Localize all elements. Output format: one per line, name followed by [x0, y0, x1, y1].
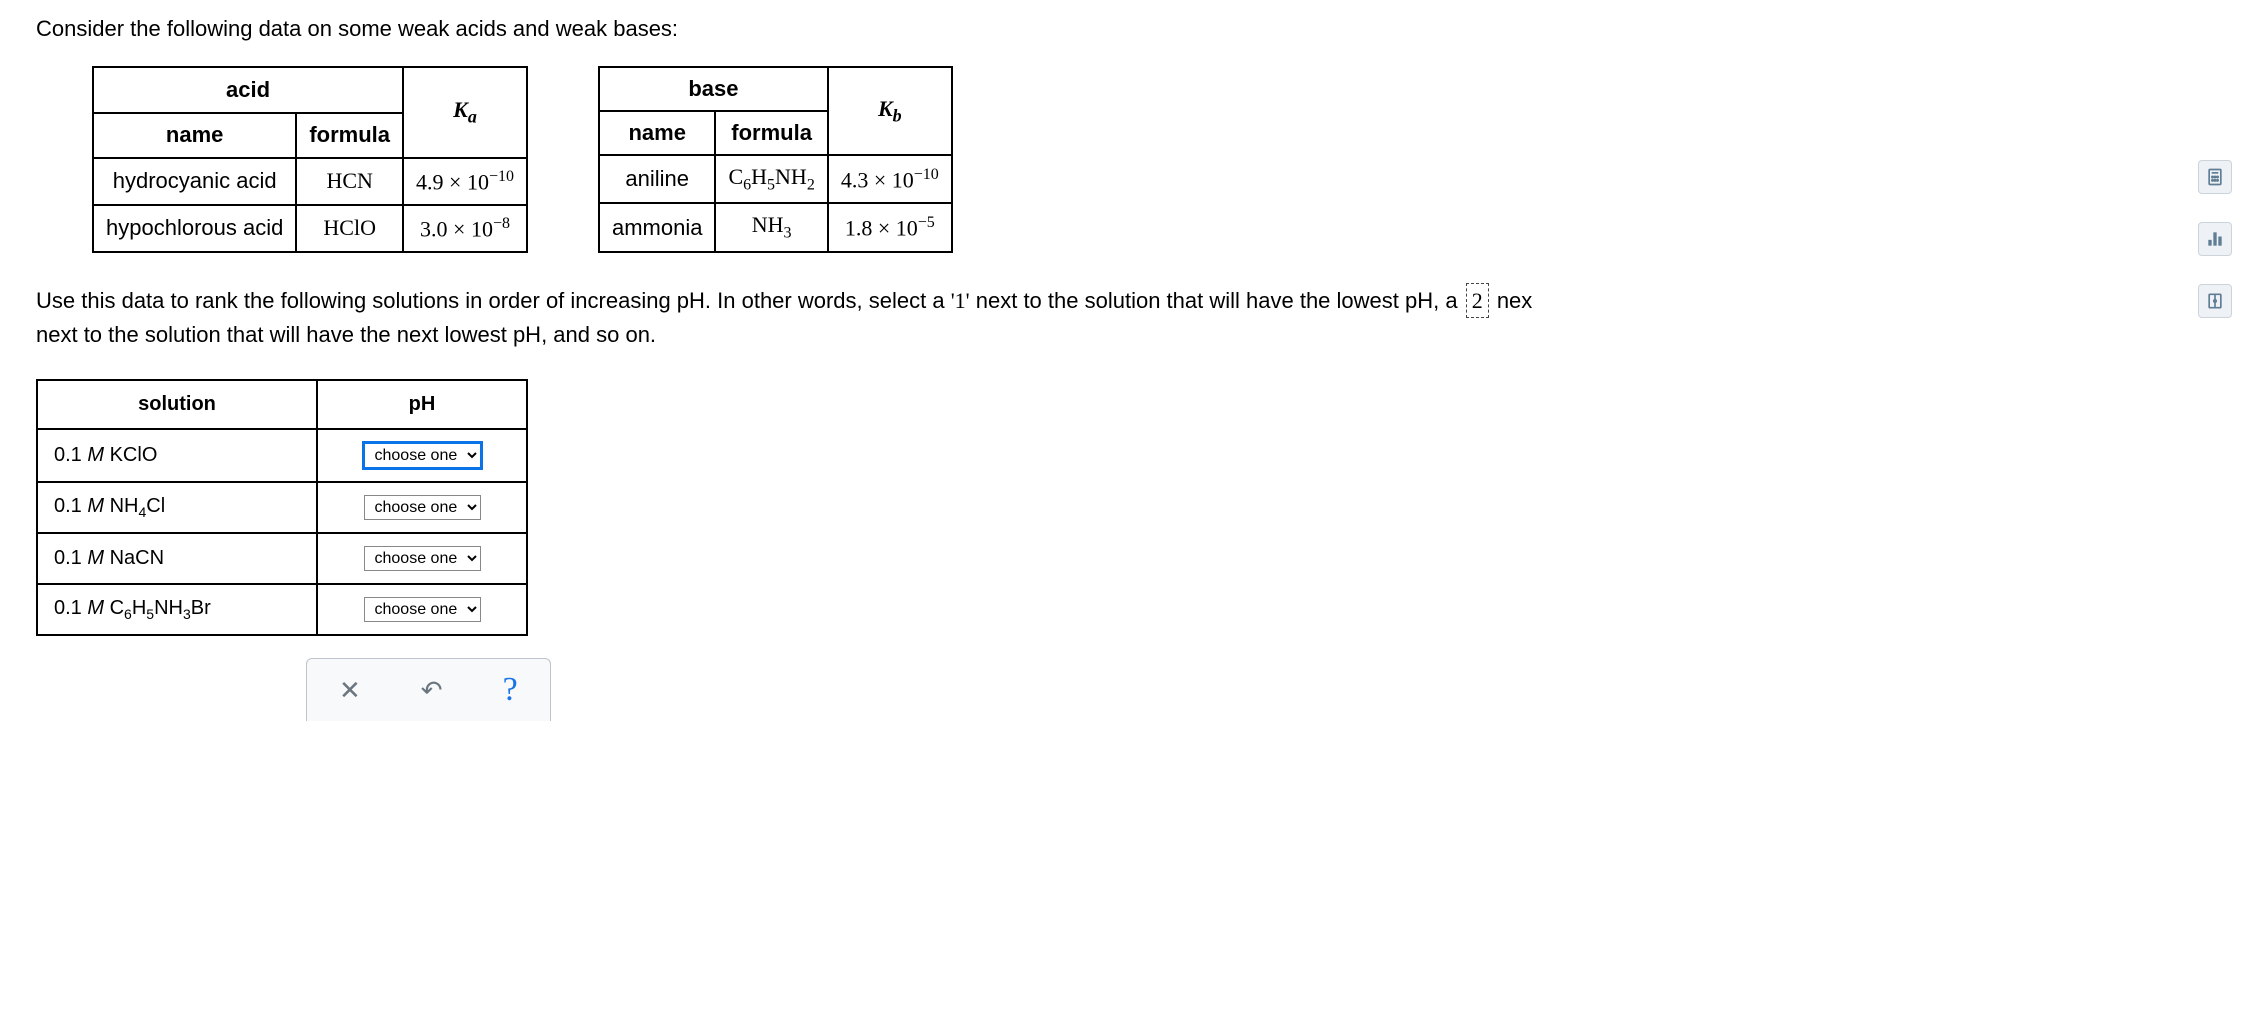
acid-ka: 4.9 × 10−10 [403, 158, 527, 205]
ph-header: pH [317, 380, 527, 429]
base-kb: 4.3 × 10−10 [828, 155, 952, 203]
acid-table: acid Ka name formula hydrocyanic acid HC… [92, 66, 528, 253]
x-icon: ✕ [339, 675, 361, 705]
solution-label: 0.1 M NH4Cl [37, 482, 317, 533]
acid-group-header: acid [93, 67, 403, 113]
acid-name: hypochlorous acid [93, 205, 296, 252]
ph-select-1[interactable]: choose one [364, 495, 481, 520]
clear-button[interactable]: ✕ [331, 673, 369, 707]
help-button[interactable]: ? [495, 669, 526, 711]
table-row: 0.1 M KClO choose one [37, 429, 527, 482]
question-icon: ? [503, 671, 518, 708]
acid-row: hypochlorous acid HClO 3.0 × 10−8 [93, 205, 527, 252]
base-row: ammonia NH3 1.8 × 10−5 [599, 203, 952, 251]
base-name: ammonia [599, 203, 715, 251]
ph-select-0[interactable]: choose one [363, 442, 482, 469]
base-formula: C6H5NH2 [715, 155, 827, 203]
ph-select-3[interactable]: choose one [364, 597, 481, 622]
base-formula: NH3 [715, 203, 827, 251]
acid-name-header: name [93, 113, 296, 159]
calculator-icon [2205, 167, 2225, 187]
base-group-header: base [599, 67, 828, 111]
solution-label: 0.1 M C6H5NH3Br [37, 584, 317, 635]
table-row: 0.1 M NH4Cl choose one [37, 482, 527, 533]
solution-label: 0.1 M NaCN [37, 533, 317, 584]
undo-button[interactable]: ↶ [413, 673, 451, 707]
base-kb: 1.8 × 10−5 [828, 203, 952, 251]
calculator-button[interactable] [2198, 160, 2232, 194]
acid-name: hydrocyanic acid [93, 158, 296, 205]
solution-table: solution pH 0.1 M KClO choose one 0.1 M … [36, 379, 528, 636]
acid-formula: HClO [296, 205, 403, 252]
undo-icon: ↶ [421, 675, 443, 705]
acid-row: hydrocyanic acid HCN 4.9 × 10−10 [93, 158, 527, 205]
rank-example-2: 2 [1466, 283, 1489, 318]
kb-header: Kb [828, 67, 952, 155]
intro-text: Consider the following data on some weak… [36, 16, 2024, 42]
solution-label: 0.1 M KClO [37, 429, 317, 482]
acid-formula-header: formula [296, 113, 403, 159]
base-row: aniline C6H5NH2 4.3 × 10−10 [599, 155, 952, 203]
base-formula-header: formula [715, 111, 827, 155]
instruction-text: Use this data to rank the following solu… [36, 283, 2024, 351]
controls-bar: ✕ ↶ ? [306, 658, 551, 721]
base-name: aniline [599, 155, 715, 203]
acid-formula: HCN [296, 158, 403, 205]
acid-ka: 3.0 × 10−8 [403, 205, 527, 252]
table-row: 0.1 M NaCN choose one [37, 533, 527, 584]
bar-chart-button[interactable] [2198, 222, 2232, 256]
bar-chart-icon [2205, 229, 2225, 249]
reference-button[interactable] [2198, 284, 2232, 318]
ka-header: Ka [403, 67, 527, 158]
book-icon [2205, 291, 2225, 311]
base-table: base Kb name formula aniline C6H5NH2 4.3… [598, 66, 953, 253]
table-row: 0.1 M C6H5NH3Br choose one [37, 584, 527, 635]
ph-select-2[interactable]: choose one [364, 546, 481, 571]
solution-header: solution [37, 380, 317, 429]
base-name-header: name [599, 111, 715, 155]
